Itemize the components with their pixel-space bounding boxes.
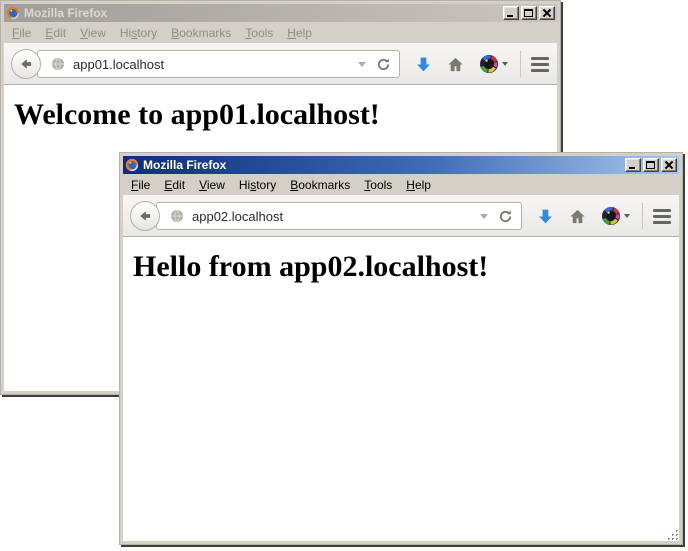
menu-tools[interactable]: Tools (238, 24, 280, 42)
close-button[interactable] (539, 6, 555, 20)
maximize-button[interactable] (521, 6, 537, 20)
url-bar[interactable]: app02.localhost (156, 202, 522, 230)
colorwheel-addon-button[interactable] (479, 54, 508, 74)
urlbar-dropdown-icon[interactable] (358, 62, 366, 67)
window-title: Mozilla Firefox (24, 6, 499, 20)
site-identity-globe-icon (50, 56, 66, 72)
back-arrow-icon (18, 56, 34, 72)
hamburger-icon (531, 63, 549, 66)
minimize-icon (629, 167, 635, 169)
app-menu-button[interactable] (653, 209, 671, 224)
menu-file[interactable]: File (5, 24, 38, 42)
reload-icon[interactable] (376, 57, 391, 72)
titlebar[interactable]: Mozilla Firefox (4, 4, 557, 22)
navigation-toolbar: app01.localhost (4, 43, 557, 85)
home-icon (447, 56, 464, 73)
close-button[interactable] (661, 158, 677, 172)
menu-history[interactable]: History (232, 176, 283, 194)
titlebar[interactable]: Mozilla Firefox (123, 156, 679, 174)
hamburger-icon (653, 215, 671, 218)
maximize-icon (646, 161, 655, 169)
caption-buttons (625, 158, 677, 172)
home-button[interactable] (569, 208, 586, 225)
caption-buttons (503, 6, 555, 20)
firefox-logo-icon (6, 6, 20, 20)
firefox-logo-icon (125, 158, 139, 172)
colorwheel-addon-button[interactable] (601, 206, 630, 226)
minimize-button[interactable] (503, 6, 519, 20)
close-icon (540, 7, 554, 19)
navigation-toolbar: app02.localhost (123, 195, 679, 237)
menu-help[interactable]: Help (280, 24, 319, 42)
back-arrow-icon (137, 208, 153, 224)
menu-bar: File Edit View History Bookmarks Tools H… (4, 22, 557, 43)
downloads-button[interactable] (537, 208, 554, 225)
back-button[interactable] (11, 49, 41, 79)
color-wheel-icon (601, 206, 621, 226)
url-text[interactable]: app01.localhost (73, 57, 352, 72)
maximize-button[interactable] (643, 158, 659, 172)
home-icon (569, 208, 586, 225)
minimize-button[interactable] (625, 158, 641, 172)
download-arrow-icon (415, 56, 432, 73)
download-arrow-icon (537, 208, 554, 225)
menu-history[interactable]: History (113, 24, 164, 42)
app-menu-button[interactable] (531, 57, 549, 72)
hamburger-icon (653, 221, 671, 224)
home-button[interactable] (447, 56, 464, 73)
colorwheel-dropdown-icon (502, 62, 508, 66)
maximize-icon (524, 9, 533, 17)
menu-file[interactable]: File (124, 176, 157, 194)
colorwheel-dropdown-icon (624, 214, 630, 218)
hamburger-icon (531, 57, 549, 60)
page-heading: Welcome to app01.localhost! (14, 98, 557, 132)
menu-view[interactable]: View (73, 24, 113, 42)
browser-window-app02: Mozilla Firefox File Edit View History B… (119, 152, 683, 545)
page-content: Hello from app02.localhost! (123, 237, 679, 541)
url-text[interactable]: app02.localhost (192, 209, 474, 224)
menu-edit[interactable]: Edit (38, 24, 73, 42)
site-identity-globe-icon (169, 208, 185, 224)
toolbar-separator (642, 203, 643, 229)
menu-bookmarks[interactable]: Bookmarks (283, 176, 357, 194)
menu-edit[interactable]: Edit (157, 176, 192, 194)
close-icon (662, 159, 676, 171)
window-title: Mozilla Firefox (143, 158, 621, 172)
menu-bookmarks[interactable]: Bookmarks (164, 24, 238, 42)
desktop: Mozilla Firefox File Edit View History B… (0, 0, 688, 551)
menu-help[interactable]: Help (399, 176, 438, 194)
urlbar-dropdown-icon[interactable] (480, 214, 488, 219)
color-wheel-icon (479, 54, 499, 74)
url-bar[interactable]: app01.localhost (37, 50, 400, 78)
page-heading: Hello from app02.localhost! (133, 250, 679, 284)
back-button[interactable] (130, 201, 160, 231)
toolbar-separator (520, 51, 521, 77)
menu-bar: File Edit View History Bookmarks Tools H… (123, 174, 679, 195)
menu-view[interactable]: View (192, 176, 232, 194)
menu-tools[interactable]: Tools (357, 176, 399, 194)
hamburger-icon (531, 69, 549, 72)
reload-icon[interactable] (498, 209, 513, 224)
resize-grip-icon[interactable] (667, 529, 680, 542)
downloads-button[interactable] (415, 56, 432, 73)
minimize-icon (507, 15, 513, 17)
hamburger-icon (653, 209, 671, 212)
